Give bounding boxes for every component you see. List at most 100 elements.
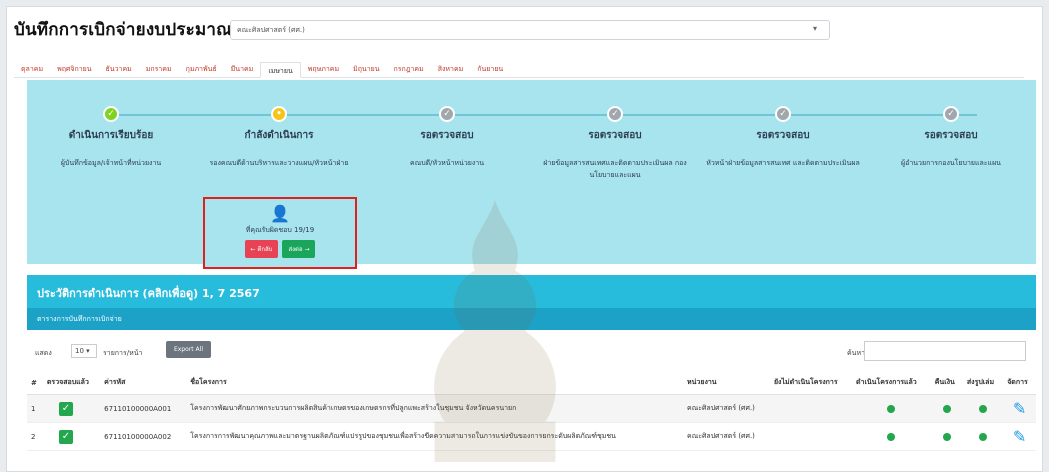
row-number: 2 (27, 422, 43, 451)
month-tab[interactable]: กรกฎาคม (387, 61, 431, 77)
page-size-value: 10 (75, 347, 84, 355)
step-title: รอตรวจสอบ (756, 130, 810, 141)
status-ok-icon (887, 404, 896, 413)
manage-cell[interactable]: ✎ (1003, 394, 1036, 423)
column-header[interactable]: หน่วยงาน (683, 371, 770, 395)
unit-cell: คณะศิลปศาสตร์ (ศศ.) (683, 394, 770, 423)
month-tab[interactable]: มิถุนายน (346, 61, 386, 77)
report-cell (962, 422, 1004, 451)
not-started-cell (769, 422, 853, 451)
column-header[interactable]: คืนเงิน (930, 371, 963, 395)
step-title: รอตรวจสอบ (420, 130, 474, 141)
status-ok-icon (979, 404, 988, 413)
responsible-box: 👤 ที่คุณรับผิดชอบ 19/19 ← ตีกลับ ส่งต่อ … (203, 197, 357, 269)
edit-icon[interactable]: ✎ (1007, 427, 1032, 446)
per-page-label: รายการ/หน้า (103, 349, 143, 357)
workflow-panel: ✓ ดำเนินการเรียบร้อยผู้บันทึกข้อมูล/เจ้าห… (27, 80, 1036, 264)
step-title: กำลังดำเนินการ (244, 130, 314, 141)
table-row: 2 ✓ 67110100000A002 โครงการการพัฒนาคุณภาพแล… (27, 422, 1036, 451)
project-name-cell: โครงการพัฒนาศักยภาพกระบวนการผลิตสินค้าเก… (186, 394, 684, 423)
step-title: รอตรวจสอบ (924, 130, 978, 141)
workflow-step: ✓ รอตรวจสอบ ฝ่ายข้อมูลสารสนเทศและติดตามประ… (531, 106, 699, 181)
month-tab[interactable]: มกราคม (139, 61, 179, 77)
workflow-step: • กำลังดำเนินการรองคณบดีด้านบริหารและวางแ… (195, 106, 363, 169)
step-description: ผู้อำนวยการกองนโยบายและแผน (901, 159, 1001, 167)
status-ok-icon (942, 404, 951, 413)
verified-check-icon: ✓ (58, 429, 73, 444)
code-cell: 67110100000A001 (100, 394, 187, 423)
pending-circle-icon: ✓ (775, 106, 791, 122)
refund-cell (930, 422, 963, 451)
column-header[interactable]: ชื่อโครงการ (186, 371, 684, 395)
month-tab[interactable]: เมษายน (260, 62, 301, 78)
not-started-cell (769, 394, 853, 423)
department-select-value: คณะศิลปศาสตร์ (ศศ.) (237, 26, 305, 34)
edit-icon[interactable]: ✎ (1007, 399, 1032, 418)
step-description: หัวหน้าฝ่ายข้อมูลสารสนเทศ และติดตามประเม… (706, 159, 860, 167)
pending-circle-icon: ✓ (943, 106, 959, 122)
workflow-step: ✓ ดำเนินการเรียบร้อยผู้บันทึกข้อมูล/เจ้าห… (27, 106, 195, 169)
code-cell: 67110100000A002 (100, 422, 187, 451)
manage-cell[interactable]: ✎ (1003, 422, 1036, 451)
search-input[interactable] (864, 341, 1026, 361)
step-title: รอตรวจสอบ (588, 130, 642, 141)
refund-cell (930, 394, 963, 423)
month-tab[interactable]: กันยายน (470, 61, 510, 77)
column-header[interactable]: ดำเนินโครงการแล้ว (852, 371, 931, 395)
step-description: รองคณบดีด้านบริหารและวางแผน/หัวหน้าฝ่าย (209, 159, 349, 167)
column-header[interactable]: ค่ารหัส (100, 371, 187, 395)
step-title: ดำเนินการเรียบร้อย (68, 130, 154, 141)
send-back-button[interactable]: ← ตีกลับ (244, 240, 279, 258)
column-header[interactable]: ยังไม่ดำเนินโครงการ (769, 371, 853, 395)
user-shield-icon: 👤 (270, 204, 290, 223)
unit-cell: คณะศิลปศาสตร์ (ศศ.) (683, 422, 770, 451)
month-tab[interactable]: ตุลาคม (14, 61, 50, 77)
chevron-down-icon: ▾ (812, 24, 817, 33)
page-header: บันทึกการเบิกจ่ายงบประมาณ (14, 14, 232, 44)
report-cell (962, 394, 1004, 423)
table-row: 1 ✓ 67110100000A001 โครงการพัฒนาศักยภาพกระบ… (27, 394, 1036, 423)
show-label: แสดง (35, 349, 52, 357)
responsible-text: ที่คุณรับผิดชอบ 19/19 (245, 226, 315, 234)
month-tab[interactable]: มีนาคม (224, 61, 261, 77)
forward-button[interactable]: ส่งต่อ → (282, 240, 316, 258)
history-bar[interactable]: ประวัติการดำเนินการ (คลิกเพื่อดู) 1, 7 2… (27, 275, 1036, 308)
page-size-select[interactable]: 10 ▾ (71, 344, 97, 358)
pending-circle-icon: ✓ (607, 106, 623, 122)
month-tab[interactable]: สิงหาคม (431, 61, 471, 77)
month-tabs: ตุลาคม พฤศจิกายน ธันวาคม มกราคม กุมภาพันธ์ มี… (14, 60, 1024, 78)
workflow-step: ✓ รอตรวจสอบคณบดี/หัวหน้าหน่วยงาน (363, 106, 531, 169)
column-header[interactable]: ตรวจสอบแล้ว (42, 371, 101, 395)
workflow-step: ✓ รอตรวจสอบผู้อำนวยการกองนโยบายและแผน (867, 106, 1035, 169)
verified-check-icon: ✓ (58, 401, 73, 416)
done-cell (852, 422, 931, 451)
status-ok-icon (942, 432, 951, 441)
status-ok-icon (887, 432, 896, 441)
step-description: คณบดี/หัวหน้าหน่วยงาน (410, 159, 484, 167)
column-header[interactable]: # (27, 371, 43, 395)
department-select[interactable]: คณะศิลปศาสตร์ (ศศ.) ▾ (230, 20, 830, 40)
month-tab[interactable]: พฤษภาคม (301, 61, 346, 77)
history-text: ประวัติการดำเนินการ (คลิกเพื่อดู) 1, 7 2… (37, 287, 260, 300)
verified-cell: ✓ (42, 394, 101, 423)
done-cell (852, 394, 931, 423)
step-description: ผู้บันทึกข้อมูล/เจ้าหน้าที่หน่วยงาน (60, 159, 162, 167)
page-title: บันทึกการเบิกจ่ายงบประมาณ (14, 19, 233, 40)
month-tab[interactable]: ธันวาคม (99, 61, 139, 77)
column-header[interactable]: ส่งรูปเล่ม (962, 371, 1004, 395)
table-controls: แสดง 10 ▾ รายการ/หน้า Export All ค้นหา : (27, 340, 1027, 364)
subtable-bar: ตารางการบันทึกการเบิกจ่าย (27, 308, 1036, 330)
check-circle-icon: ✓ (103, 106, 119, 122)
subtable-title: ตารางการบันทึกการเบิกจ่าย (37, 315, 122, 323)
export-all-button[interactable]: Export All (166, 341, 211, 358)
status-ok-icon (979, 432, 988, 441)
column-header[interactable]: จัดการ (1003, 371, 1036, 395)
month-tab[interactable]: พฤศจิกายน (50, 61, 98, 77)
month-tab[interactable]: กุมภาพันธ์ (179, 61, 224, 77)
verified-cell: ✓ (42, 422, 101, 451)
pending-circle-icon: ✓ (439, 106, 455, 122)
workflow-step: ✓ รอตรวจสอบหัวหน้าฝ่ายข้อมูลสารสนเทศ และต… (699, 106, 867, 169)
row-number: 1 (27, 394, 43, 423)
progress-circle-icon: • (271, 106, 287, 122)
project-name-cell: โครงการการพัฒนาคุณภาพและมาตรฐานผลิตภัณฑ์… (186, 422, 684, 451)
